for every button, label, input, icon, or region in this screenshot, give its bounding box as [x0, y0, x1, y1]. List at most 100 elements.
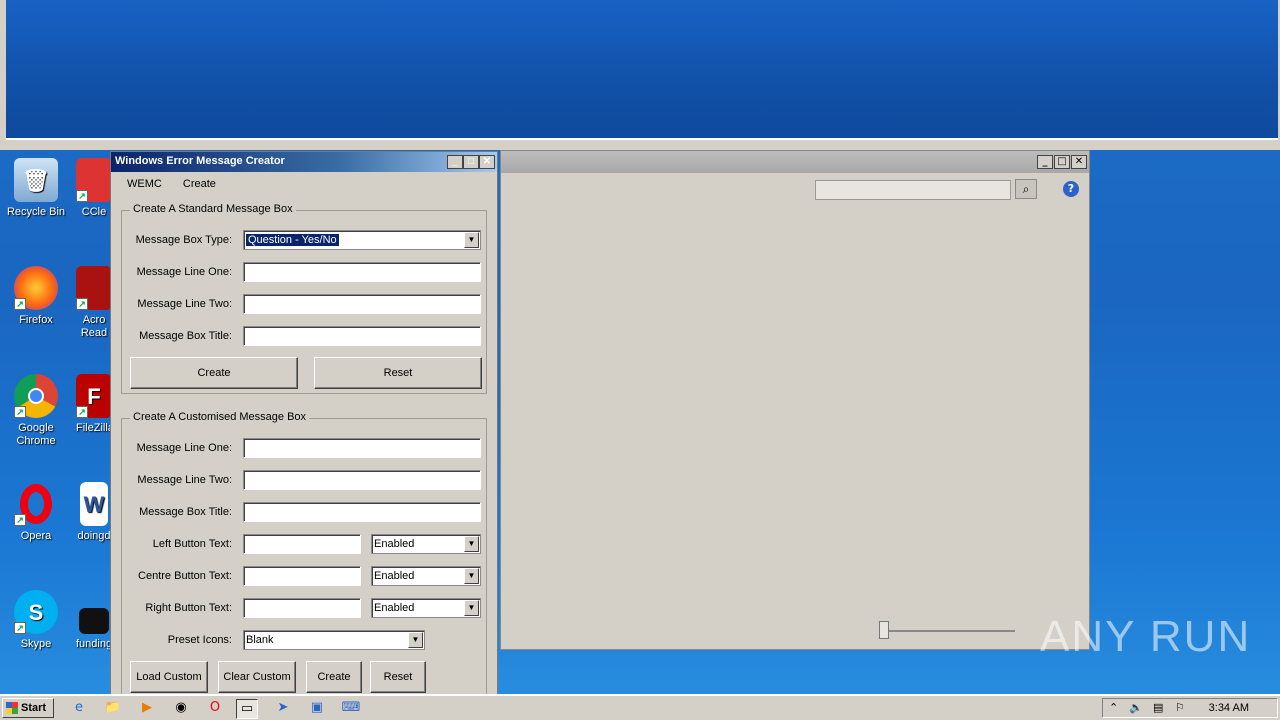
group-title: Create A Standard Message Box — [130, 203, 296, 215]
zoom-slider-track[interactable] — [881, 630, 1015, 632]
right-button-text-input[interactable] — [243, 598, 361, 618]
custom-reset-button[interactable]: Reset — [370, 661, 426, 693]
keyboard-icon[interactable]: ⌨ — [340, 699, 362, 719]
desktop-icon-label: Firefox — [19, 314, 53, 326]
recycle-bin-icon: 🗑 — [14, 158, 58, 202]
action-center-flag-icon[interactable]: ⚐ — [1175, 701, 1185, 714]
chrome-icon: ↗ — [14, 374, 58, 418]
desktop-icon-label: Acro — [82, 314, 106, 326]
message-box-title-input[interactable] — [243, 326, 481, 346]
load-custom-button[interactable]: Load Custom — [130, 661, 208, 693]
window-titlebar[interactable]: _ □ ✕ — [501, 151, 1089, 173]
reset-button[interactable]: Reset — [314, 357, 482, 389]
file-explorer-icon[interactable]: 📁 — [102, 699, 124, 719]
desktop-icon-label: Opera — [20, 530, 52, 542]
desktop-icon-label: FileZilla — [76, 422, 112, 434]
desktop-icon-recycle-bin[interactable]: 🗑 Recycle Bin — [0, 158, 72, 219]
empty-explorer-window: _ □ ✕ ⌕ ? — [500, 150, 1090, 650]
search-input[interactable] — [815, 180, 1011, 200]
menu-create[interactable]: Create — [183, 178, 216, 190]
desktop-icon-label: Google — [18, 422, 54, 434]
custom-create-button[interactable]: Create — [306, 661, 362, 693]
desktop-icon-label: Recycle Bin — [6, 206, 66, 218]
file-icon — [79, 608, 109, 634]
close-button[interactable]: ✕ — [479, 155, 495, 169]
desktop-icon-label: Skype — [20, 638, 52, 650]
centre-button-state-select[interactable]: Enabled ▼ — [371, 566, 481, 586]
chrome-taskbar-icon[interactable]: ◉ — [170, 699, 192, 719]
custom-message-line-two-input[interactable] — [243, 470, 481, 490]
search-icon[interactable]: ⌕ — [1015, 179, 1037, 199]
message-line-one-input[interactable] — [243, 262, 481, 282]
window-titlebar[interactable]: Windows Error Message Creator _ □ ✕ — [111, 152, 497, 172]
message-box-type-label: Message Box Type: — [135, 234, 232, 246]
desktop-icon-skype[interactable]: S ↗ Skype — [0, 590, 72, 651]
chevron-down-icon[interactable]: ▼ — [408, 632, 423, 648]
internet-explorer-icon[interactable]: e — [68, 699, 90, 719]
network-icon[interactable]: ▤ — [1153, 701, 1163, 714]
volume-icon[interactable]: 🔈 — [1129, 701, 1143, 714]
right-button-text-label: Right Button Text: — [145, 602, 232, 614]
window-taskbar-button[interactable]: ▭ — [236, 699, 258, 719]
windows-logo-icon — [6, 702, 18, 714]
word-document-icon: W — [80, 482, 108, 526]
start-label: Start — [21, 702, 47, 714]
preset-icons-select[interactable]: Blank ▼ — [243, 630, 425, 650]
right-button-state-select[interactable]: Enabled ▼ — [371, 598, 481, 618]
desktop-icon-word-doc[interactable]: W doingd — [76, 482, 112, 543]
window-title: Windows Error Message Creator — [115, 155, 285, 167]
maximize-button[interactable]: □ — [463, 155, 479, 169]
preset-icons-label: Preset Icons: — [167, 634, 232, 646]
minimize-button[interactable]: _ — [1037, 155, 1053, 169]
chevron-down-icon[interactable]: ▼ — [464, 568, 479, 584]
desktop-icon-firefox[interactable]: ↗ Firefox — [0, 266, 72, 327]
message-line-two-label: Message Line Two: — [137, 474, 232, 486]
maximize-button[interactable]: □ — [1054, 155, 1070, 169]
chevron-down-icon[interactable]: ▼ — [464, 536, 479, 552]
centre-button-text-input[interactable] — [243, 566, 361, 586]
background-window-content — [6, 0, 1278, 140]
media-player-icon[interactable]: ▶ — [136, 699, 158, 719]
custom-message-line-one-input[interactable] — [243, 438, 481, 458]
opera-taskbar-icon[interactable]: O — [204, 699, 226, 719]
menu-bar: WEMC Create — [111, 172, 497, 196]
message-line-two-input[interactable] — [243, 294, 481, 314]
message-line-one-label: Message Line One: — [136, 442, 232, 454]
desktop-icon-opera[interactable]: ↗ Opera — [0, 482, 72, 543]
firefox-icon: ↗ — [14, 266, 58, 310]
menu-wemc[interactable]: WEMC — [127, 178, 162, 190]
desktop-icon-ccleaner[interactable]: ↗ CCle — [76, 158, 112, 219]
desktop-icon-label: Read — [80, 327, 108, 339]
anyrun-watermark: ANY RUN — [1040, 612, 1252, 661]
custom-message-box-title-input[interactable] — [243, 502, 481, 522]
clock[interactable]: 3:34 AM — [1209, 702, 1249, 714]
selected-value: Enabled — [374, 538, 415, 550]
selected-value: Question - Yes/No — [246, 234, 339, 246]
desktop-icon-funding[interactable]: funding — [76, 590, 112, 651]
chevron-down-icon[interactable]: ▼ — [464, 600, 479, 616]
centre-button-text-label: Centre Button Text: — [138, 570, 232, 582]
desktop-icon-acrobat[interactable]: ↗ Acro Read — [76, 266, 112, 340]
left-button-state-select[interactable]: Enabled ▼ — [371, 534, 481, 554]
left-button-text-input[interactable] — [243, 534, 361, 554]
start-button[interactable]: Start — [2, 698, 54, 718]
minimize-button[interactable]: _ — [447, 155, 463, 169]
desktop-icon-filezilla[interactable]: F ↗ FileZilla — [76, 374, 112, 435]
desktop-icon-chrome[interactable]: ↗ Google Chrome — [0, 374, 72, 448]
create-button[interactable]: Create — [130, 357, 298, 389]
zoom-slider-thumb[interactable] — [879, 621, 889, 639]
close-button[interactable]: ✕ — [1071, 155, 1087, 169]
desktop-icon-label: Chrome — [16, 435, 56, 447]
help-icon[interactable]: ? — [1063, 181, 1079, 197]
chevron-down-icon[interactable]: ▼ — [464, 232, 479, 248]
clear-custom-button[interactable]: Clear Custom — [218, 661, 296, 693]
remote-desktop-icon[interactable]: ▣ — [306, 699, 328, 719]
background-window — [0, 0, 1280, 150]
desktop-icon-label: funding — [76, 638, 112, 650]
opera-icon: ↗ — [14, 482, 58, 526]
message-box-type-select[interactable]: Question - Yes/No ▼ — [243, 230, 481, 250]
pinned-app-icon[interactable]: ➤ — [272, 699, 294, 719]
wemc-window: Windows Error Message Creator _ □ ✕ WEMC… — [110, 151, 498, 696]
tray-expand-icon[interactable]: ⌃ — [1109, 701, 1118, 714]
custom-message-box-group: Create A Customised Message Box Message … — [121, 411, 487, 696]
